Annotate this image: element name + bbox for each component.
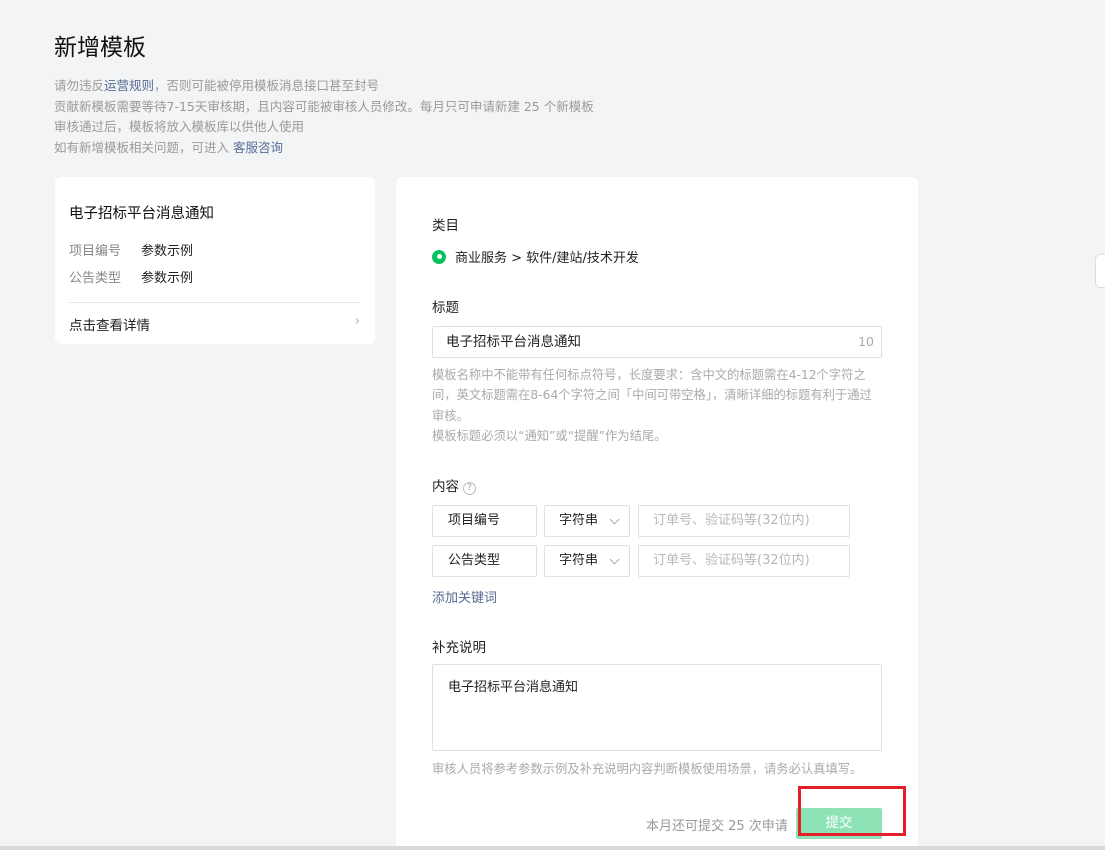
preview-row-key: 公告类型 xyxy=(69,271,122,286)
category-value: 商业服务 > 软件/建站/技术开发 xyxy=(455,251,639,266)
operation-rules-link[interactable]: 运营规则 xyxy=(104,78,154,93)
supplement-label: 补充说明 xyxy=(432,640,486,656)
supplement-textarea[interactable]: 电子招标平台消息通知 xyxy=(432,664,882,751)
notice-block: 请勿违反运营规则，否则可能被停用模板消息接口甚至封号 贡献新模板需要等待7-15… xyxy=(54,76,594,158)
template-preview-card: 电子招标平台消息通知 项目编号 参数示例 公告类型 参数示例 点击查看详情 › xyxy=(55,177,375,344)
title-input-value: 电子招标平台消息通知 xyxy=(446,334,581,350)
keyword-example-input[interactable]: 订单号、验证码等(32位内) xyxy=(638,505,850,537)
bottom-border xyxy=(0,846,1105,850)
keyword-example-input[interactable]: 订单号、验证码等(32位内) xyxy=(638,545,850,577)
view-details-label: 点击查看详情 xyxy=(69,318,150,334)
highlight-box xyxy=(798,786,906,836)
page-title: 新增模板 xyxy=(54,35,146,61)
title-hint: 模板名称中不能带有任何标点符号，长度要求：含中文的标题需在4-12个字符之间，英… xyxy=(432,368,872,443)
chevron-down-icon xyxy=(609,514,620,525)
title-input[interactable]: 电子招标平台消息通知 10 xyxy=(432,326,882,358)
keyword-name-input[interactable]: 公告类型 xyxy=(432,545,537,577)
notice-line-1: 请勿违反运营规则，否则可能被停用模板消息接口甚至封号 xyxy=(54,78,380,93)
preview-divider xyxy=(69,302,360,303)
help-icon[interactable]: ? xyxy=(463,481,476,495)
notice-line-2: 贡献新模板需要等待7-15天审核期，且内容可能被审核人员修改。每月只可申请新建 … xyxy=(54,98,594,114)
quota-text: 本月还可提交 25 次申请 xyxy=(646,819,788,834)
category-label: 类目 xyxy=(432,218,459,234)
category-option[interactable]: 商业服务 > 软件/建站/技术开发 xyxy=(432,247,639,266)
side-panel-handle[interactable] xyxy=(1095,254,1105,288)
content-label: 内容? xyxy=(432,475,476,495)
chevron-right-icon: › xyxy=(354,314,360,329)
title-char-count: 10 xyxy=(858,334,874,349)
preview-row-value: 参数示例 xyxy=(141,244,194,259)
radio-checked-icon[interactable] xyxy=(432,249,446,264)
customer-service-link[interactable]: 客服咨询 xyxy=(233,140,283,155)
notice-line-3: 审核通过后，模板将放入模板库以供他人使用 xyxy=(54,119,305,134)
notice-line-4: 如有新增模板相关问题，可进入 客服咨询 xyxy=(54,139,283,155)
keyword-type-select[interactable]: 字符串 xyxy=(544,545,630,577)
preview-title: 电子招标平台消息通知 xyxy=(69,206,214,222)
preview-row-key: 项目编号 xyxy=(69,244,122,259)
chevron-down-icon xyxy=(609,554,620,565)
preview-row: 公告类型 参数示例 xyxy=(69,267,193,286)
supplement-hint: 审核人员将参考参数示例及补充说明内容判断模板使用场景，请务必认真填写。 xyxy=(432,762,863,776)
preview-row-value: 参数示例 xyxy=(141,271,194,286)
add-keyword-link[interactable]: 添加关键词 xyxy=(432,587,497,606)
preview-row: 项目编号 参数示例 xyxy=(69,240,193,259)
keyword-name-input[interactable]: 项目编号 xyxy=(432,505,537,537)
keyword-type-select[interactable]: 字符串 xyxy=(544,505,630,537)
view-details-link[interactable]: 点击查看详情 › xyxy=(69,314,360,334)
template-form-card: 类目 商业服务 > 软件/建站/技术开发 标题 电子招标平台消息通知 10 模板… xyxy=(396,177,918,850)
title-label: 标题 xyxy=(432,300,459,316)
